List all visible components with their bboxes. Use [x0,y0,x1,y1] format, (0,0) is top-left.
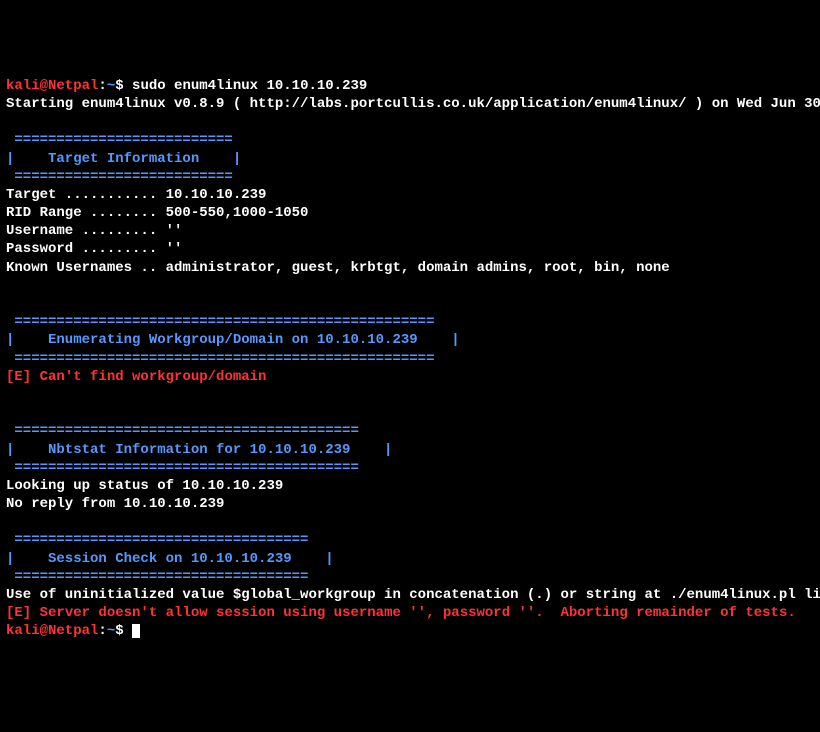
prompt-user: kali@Netpal [6,623,98,639]
target-line: Target ........... 10.10.10.239 [6,187,266,203]
prompt-colon: : [98,623,106,639]
password-line: Password ......... '' [6,241,182,257]
terminal-output: kali@Netpal:~$ sudo enum4linux 10.10.10.… [6,77,814,641]
prompt-colon: : [98,78,106,94]
prompt-path: ~ [107,78,115,94]
section-border: =================================== [6,532,317,548]
prompt-dollar: $ [115,623,132,639]
section-title: | Enumerating Workgroup/Domain on 10.10.… [6,332,460,348]
output-line: Starting enum4linux v0.8.9 ( http://labs… [6,96,820,112]
error-text: Server doesn't allow session using usern… [31,605,796,621]
session-warning: Use of uninitialized value $global_workg… [6,587,820,603]
error-prefix: [E] [6,605,31,621]
nbtstat-lookup: Looking up status of 10.10.10.239 [6,478,283,494]
section-border: ========================== [6,132,241,148]
prompt-path: ~ [107,623,115,639]
prompt-dollar: $ [115,78,132,94]
cursor[interactable] [132,624,140,638]
section-border: =================================== [6,569,317,585]
section-border: ========================== [6,169,241,185]
section-title: | Session Check on 10.10.10.239 | [6,551,334,567]
section-title: | Target Information | [6,151,241,167]
section-border: ========================================… [6,351,443,367]
section-title: | Nbtstat Information for 10.10.10.239 | [6,442,392,458]
username-line: Username ......... '' [6,223,182,239]
error-text: Can't find workgroup/domain [31,369,266,385]
error-prefix: [E] [6,369,31,385]
command-text[interactable]: sudo enum4linux 10.10.10.239 [132,78,367,94]
nbtstat-noreply: No reply from 10.10.10.239 [6,496,224,512]
section-border: ========================================… [6,460,367,476]
known-users-line: Known Usernames .. administrator, guest,… [6,260,670,276]
section-border: ========================================… [6,423,367,439]
section-border: ========================================… [6,314,443,330]
prompt-user: kali@Netpal [6,78,98,94]
rid-range-line: RID Range ........ 500-550,1000-1050 [6,205,308,221]
